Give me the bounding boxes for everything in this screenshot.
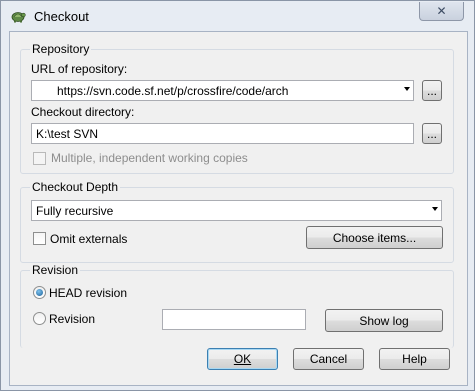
checkout-directory-input[interactable]: K:\test SVN [31, 123, 414, 144]
close-icon: ✕ [436, 4, 447, 18]
head-revision-radio[interactable] [33, 286, 46, 299]
choose-items-button[interactable]: Choose items... [306, 226, 443, 249]
omit-externals-label: Omit externals [50, 232, 128, 246]
multiple-working-copies-checkbox[interactable] [33, 152, 46, 165]
checkout-directory-label: Checkout directory: [31, 105, 135, 119]
close-button[interactable]: ✕ [419, 2, 464, 21]
title-bar[interactable]: Checkout ✕ [1, 1, 474, 31]
window-title: Checkout [34, 9, 89, 24]
url-combobox[interactable]: https://svn.code.sf.net/p/crossfire/code… [31, 80, 414, 101]
depth-value: Fully recursive [36, 203, 114, 218]
ok-button[interactable]: OK [207, 348, 278, 370]
cancel-button[interactable]: Cancel [293, 348, 364, 370]
revision-label: Revision [49, 312, 96, 326]
checkout-depth-group-label: Checkout Depth [30, 180, 121, 194]
checkout-directory-value: K:\test SVN [36, 126, 99, 141]
cancel-label: Cancel [309, 352, 348, 366]
url-value: https://svn.code.sf.net/p/crossfire/code… [57, 83, 289, 98]
choose-items-label: Choose items... [332, 230, 417, 245]
directory-browse-button[interactable]: ... [422, 123, 442, 144]
repository-group: Repository URL of repository: https://sv… [20, 42, 454, 174]
tortoise-icon [11, 12, 26, 23]
dropdown-arrow-icon [404, 87, 410, 91]
revision-radio[interactable] [33, 312, 46, 325]
show-log-label: Show log [359, 313, 409, 328]
dropdown-arrow-icon [432, 207, 438, 211]
help-button[interactable]: Help [379, 348, 450, 370]
revision-group: Revision HEAD revision Revision Show log [20, 263, 454, 348]
help-label: Help [402, 352, 427, 366]
head-revision-label: HEAD revision [49, 286, 128, 300]
show-log-button[interactable]: Show log [325, 309, 443, 332]
checkout-depth-group: Checkout Depth Fully recursive Omit exte… [20, 180, 454, 263]
omit-externals-checkbox[interactable] [33, 232, 46, 245]
ellipsis-icon: ... [426, 83, 437, 98]
checkout-dialog: Checkout ✕ Repository URL of repository:… [0, 0, 475, 391]
ok-label: OK [233, 352, 252, 366]
revision-input[interactable] [162, 309, 306, 330]
multiple-working-copies-label: Multiple, independent working copies [51, 151, 248, 165]
revision-group-label: Revision [30, 263, 81, 277]
ellipsis-icon: ... [426, 126, 437, 141]
url-browse-button[interactable]: ... [422, 80, 442, 101]
url-label: URL of repository: [31, 62, 128, 76]
dialog-body: Repository URL of repository: https://sv… [9, 31, 468, 386]
repository-group-label: Repository [30, 42, 92, 56]
depth-combobox[interactable]: Fully recursive [31, 200, 442, 221]
